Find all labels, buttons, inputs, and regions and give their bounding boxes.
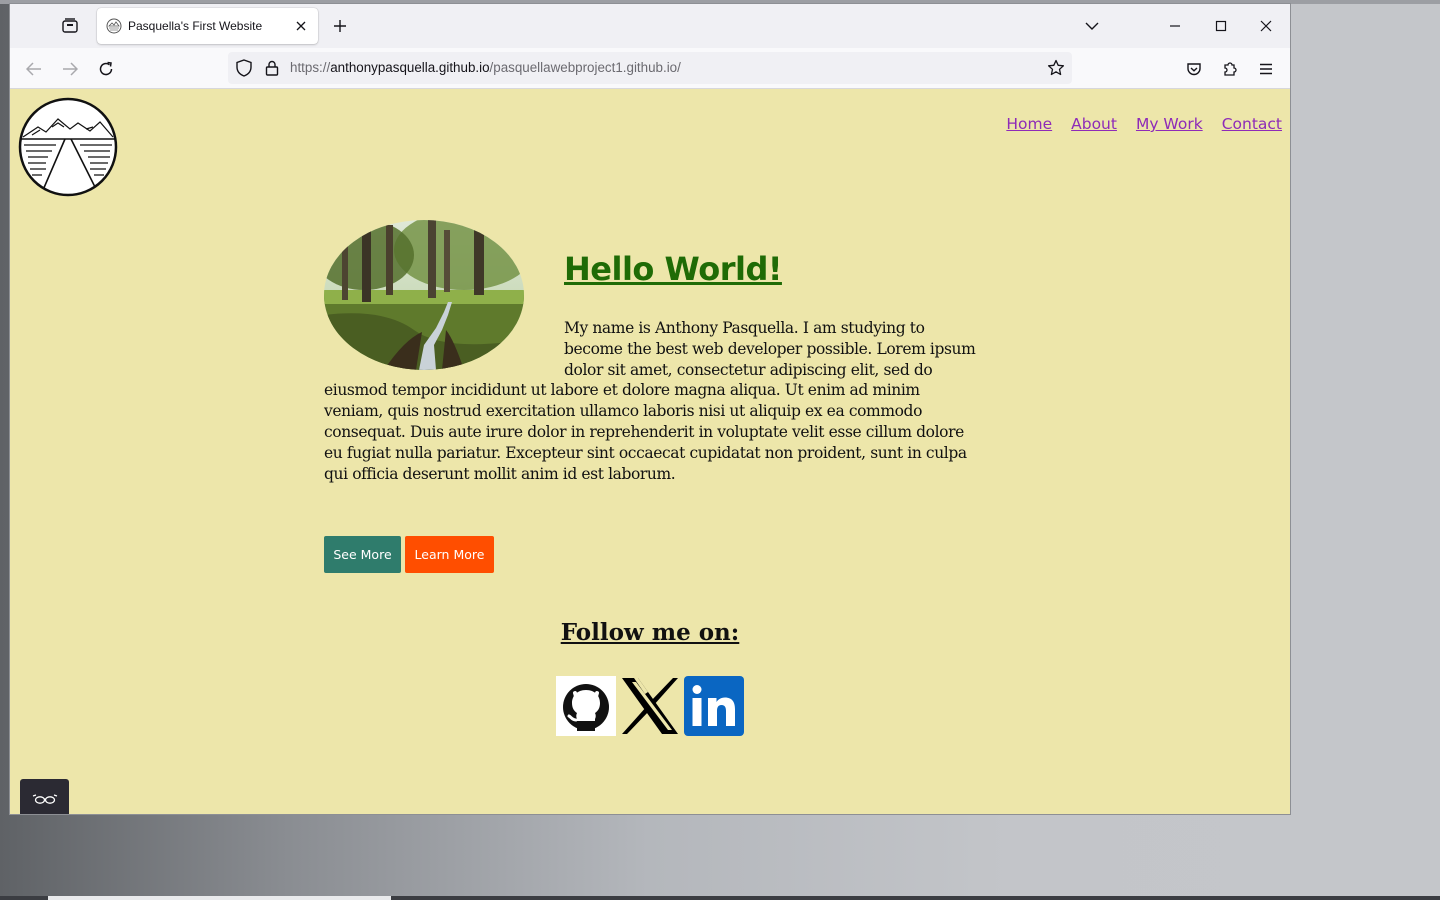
minimize-button[interactable] [1155, 11, 1195, 41]
hero-section: Hello World! My name is Anthony Pasquell… [324, 220, 976, 484]
maximize-button[interactable] [1201, 11, 1241, 41]
linkedin-icon[interactable] [684, 676, 744, 736]
forest-stream-photo [324, 220, 524, 370]
chevron-down-icon [1085, 22, 1099, 30]
extensions-button[interactable] [1216, 56, 1244, 82]
arrow-left-icon [26, 62, 41, 76]
learn-more-button[interactable]: Learn More [405, 536, 494, 573]
lock-icon[interactable] [262, 58, 282, 78]
taskbar-edge [0, 896, 1440, 900]
back-button[interactable] [20, 56, 48, 82]
navigation-toolbar: https://anthonypasquella.github.io/pasqu… [10, 48, 1290, 89]
minimize-icon [1170, 25, 1180, 27]
url-bar[interactable]: https://anthonypasquella.github.io/pasqu… [228, 52, 1072, 84]
puzzle-icon [1224, 62, 1237, 76]
site-nav: Home About My Work Contact [1006, 115, 1282, 133]
maximize-icon [1215, 20, 1227, 32]
list-all-tabs-button[interactable] [1080, 16, 1104, 36]
arrow-right-icon [63, 62, 78, 76]
hamburger-menu-icon [1260, 63, 1272, 75]
tab-close-icon[interactable] [293, 18, 309, 34]
close-icon [1260, 20, 1272, 32]
pocket-icon [1187, 63, 1201, 76]
url-prefix: https:// [290, 60, 331, 75]
nav-contact-link[interactable]: Contact [1222, 115, 1282, 133]
app-menu-button[interactable] [1252, 56, 1280, 82]
tab-active[interactable]: Pasquella's First Website [97, 8, 318, 44]
url-text[interactable]: https://anthonypasquella.github.io/pasqu… [290, 60, 681, 75]
github-icon[interactable] [556, 676, 616, 736]
nav-my-work-link[interactable]: My Work [1136, 115, 1203, 133]
see-more-button[interactable]: See More [324, 536, 401, 573]
close-window-button[interactable] [1246, 11, 1286, 41]
bookmark-star-icon[interactable] [1046, 58, 1066, 78]
tab-bar: Pasquella's First Website [10, 4, 1290, 48]
reload-icon [99, 61, 113, 76]
x-icon[interactable] [620, 676, 680, 736]
nav-home-link[interactable]: Home [1006, 115, 1052, 133]
firefox-view-button[interactable] [58, 15, 82, 37]
tracking-shield-icon[interactable] [234, 58, 254, 78]
taskbar-active-indicator [48, 896, 391, 900]
glasses-icon [32, 794, 57, 804]
new-tab-button[interactable] [329, 16, 351, 36]
browser-window: Pasquella's First Website https://anthon… [10, 4, 1290, 814]
forward-button[interactable] [56, 56, 84, 82]
tab-list-icon [62, 18, 78, 33]
plus-icon [334, 20, 346, 32]
reload-button[interactable] [92, 56, 120, 82]
nav-about-link[interactable]: About [1071, 115, 1117, 133]
tab-title: Pasquella's First Website [128, 19, 263, 33]
url-path: /pasquellawebproject1.github.io/ [489, 60, 681, 75]
url-host: anthonypasquella.github.io [330, 60, 490, 75]
cta-buttons: See More Learn More [324, 536, 494, 573]
web-page: Home About My Work Contact Hello World! … [10, 89, 1290, 814]
site-favicon-icon [106, 18, 122, 34]
reader-glasses-button[interactable] [20, 779, 69, 814]
site-logo-icon[interactable] [18, 97, 118, 197]
social-links [556, 676, 744, 736]
follow-heading: Follow me on: [560, 619, 740, 646]
pocket-button[interactable] [1180, 56, 1208, 82]
